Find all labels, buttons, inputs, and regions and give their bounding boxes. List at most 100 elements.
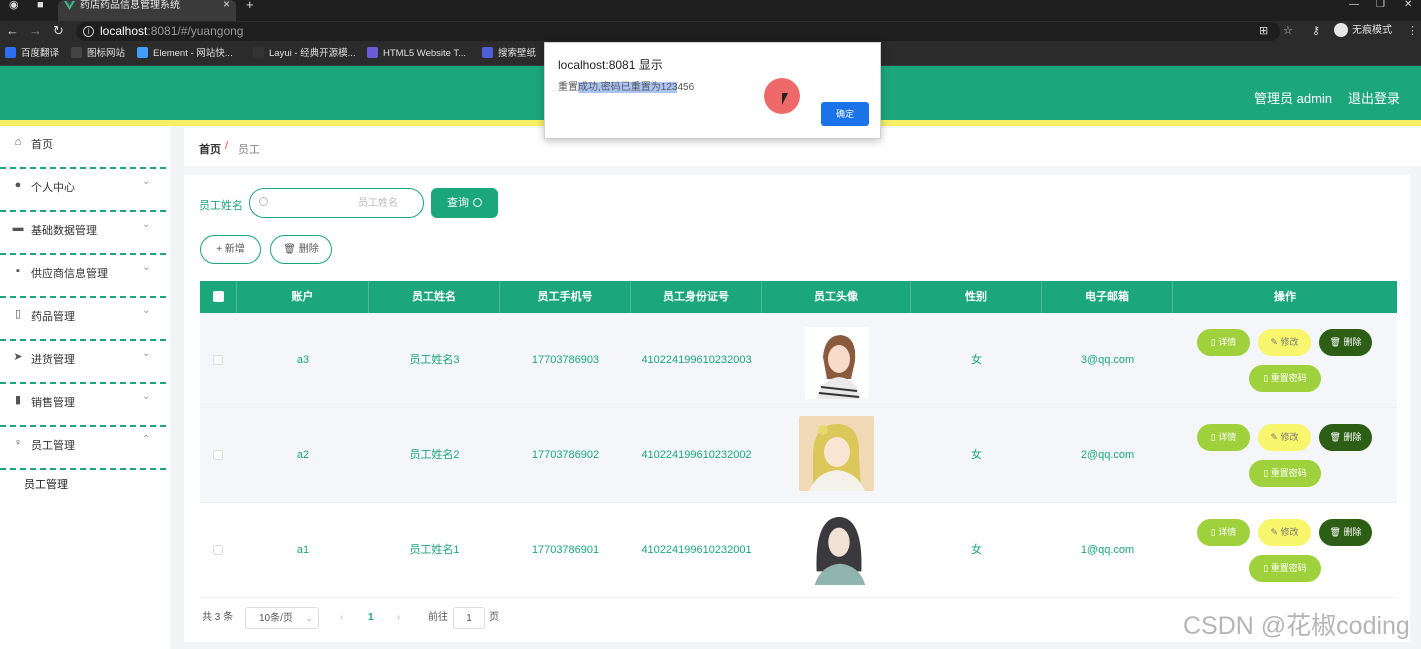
bookmark-item[interactable]: Layui - 经典开源模... bbox=[253, 47, 356, 61]
sidebar-item-label: 个人中心 bbox=[31, 182, 75, 194]
edit-button[interactable]: ✎ 修改 bbox=[1258, 519, 1311, 546]
sidebar-item-basic-data[interactable]: ▬ 基础数据管理 ⌄ bbox=[0, 212, 166, 255]
goto-prefix: 前往 bbox=[428, 612, 448, 623]
sidebar-item-suppliers[interactable]: ▪ 供应商信息管理 ⌄ bbox=[0, 255, 166, 298]
browser-menu-icon[interactable]: ⋮ bbox=[1407, 23, 1418, 39]
user-icon: ● bbox=[14, 179, 22, 191]
key-icon[interactable]: ⚷ bbox=[1312, 23, 1320, 39]
new-tab-icon[interactable]: + bbox=[246, 0, 254, 11]
chevron-down-icon: ⌄ bbox=[142, 391, 151, 402]
cell-email: 3@qq.com bbox=[1080, 354, 1135, 366]
next-page-icon[interactable]: › bbox=[397, 607, 400, 629]
phone-icon: ▯ bbox=[14, 308, 22, 320]
row-checkbox[interactable] bbox=[213, 545, 223, 555]
delete-button[interactable]: 🗑 删除 bbox=[270, 235, 332, 264]
logout-button[interactable]: 退出登录 bbox=[1348, 88, 1400, 107]
cell-idcard: 410224199610232001 bbox=[641, 544, 752, 556]
search-label: 员工姓名 bbox=[199, 200, 243, 212]
bookmark-label: HTML5 Website T... bbox=[383, 48, 467, 59]
bookmark-item[interactable]: HTML5 Website T... bbox=[367, 47, 466, 61]
edit-label: 修改 bbox=[1280, 337, 1299, 347]
sidebar-item-sales[interactable]: ▮ 销售管理 ⌄ bbox=[0, 384, 166, 427]
dialog-message-part: 重置 bbox=[558, 82, 578, 93]
cell-gender: 女 bbox=[971, 354, 982, 366]
detail-button[interactable]: ▯ 详情 bbox=[1197, 424, 1250, 451]
maximize-icon[interactable]: ❐ bbox=[1376, 0, 1385, 10]
window-close-icon[interactable]: ✕ bbox=[1404, 0, 1412, 10]
chart-icon: ▮ bbox=[14, 394, 22, 406]
breadcrumb-home[interactable]: 首页 bbox=[199, 141, 221, 157]
tab-close-icon[interactable]: × bbox=[223, 0, 230, 10]
sidebar-subitem-employee-management[interactable]: 员工管理 bbox=[24, 476, 68, 492]
edit-icon: ✎ bbox=[1270, 527, 1281, 537]
table-header-cell: 电子邮箱 bbox=[1042, 281, 1173, 313]
sidebar-item-drugs[interactable]: ▯ 药品管理 ⌄ bbox=[0, 298, 166, 341]
bookmark-item[interactable]: 图标网站 bbox=[71, 47, 125, 61]
cell-email: 1@qq.com bbox=[1080, 544, 1135, 556]
goto-suffix: 页 bbox=[489, 612, 499, 623]
edit-label: 修改 bbox=[1280, 527, 1299, 537]
goto-page-input[interactable]: 1 bbox=[453, 607, 485, 629]
element-icon bbox=[137, 47, 148, 58]
bookmark-label: Element - 网站快... bbox=[153, 48, 233, 59]
monitor-icon: ▪ bbox=[16, 265, 20, 277]
cell-account: a3 bbox=[296, 354, 310, 366]
file-icon: ▯ bbox=[1263, 468, 1271, 478]
site-info-icon[interactable]: i bbox=[83, 26, 94, 37]
reload-icon[interactable]: ↻ bbox=[53, 23, 64, 39]
reset-password-button[interactable]: ▯ 重置密码 bbox=[1249, 555, 1321, 582]
reset-password-button[interactable]: ▯ 重置密码 bbox=[1249, 365, 1321, 392]
reset-password-button[interactable]: ▯ 重置密码 bbox=[1249, 460, 1321, 487]
search-input[interactable] bbox=[249, 188, 424, 218]
sidebar-item-profile[interactable]: ● 个人中心 ⌄ bbox=[0, 169, 166, 212]
add-button[interactable]: + 新增 bbox=[200, 235, 261, 264]
delete-label: 删除 bbox=[1343, 527, 1362, 537]
row-checkbox[interactable] bbox=[213, 450, 223, 460]
row-delete-button[interactable]: 🗑 删除 bbox=[1319, 329, 1372, 356]
bookmark-star-icon[interactable]: ☆ bbox=[1283, 23, 1293, 39]
page-size-select[interactable]: 10条/页 ⌄ bbox=[245, 607, 319, 629]
employee-avatar bbox=[805, 327, 869, 399]
row-delete-button[interactable]: 🗑 删除 bbox=[1319, 424, 1372, 451]
edit-button[interactable]: ✎ 修改 bbox=[1258, 424, 1311, 451]
table-row: a2 员工姓名2 17703786902 410224199610232002 … bbox=[200, 408, 1397, 503]
query-button[interactable]: 查询 bbox=[431, 188, 498, 218]
detail-label: 详情 bbox=[1218, 527, 1237, 537]
bookmark-item[interactable]: 搜索壁纸 bbox=[482, 47, 536, 61]
cell-gender: 女 bbox=[971, 544, 982, 556]
cell-account: a1 bbox=[296, 544, 310, 556]
cell-phone: 17703786903 bbox=[531, 354, 600, 366]
sidebar-item-home[interactable]: ⌂ 首页 bbox=[0, 126, 166, 169]
detail-button[interactable]: ▯ 详情 bbox=[1197, 519, 1250, 546]
cell-idcard: 410224199610232003 bbox=[641, 354, 752, 366]
url-input[interactable]: i localhost:8081/#/yuangong bbox=[76, 22, 1280, 41]
back-icon[interactable]: ← bbox=[6, 23, 19, 39]
edit-button[interactable]: ✎ 修改 bbox=[1258, 329, 1311, 356]
minimize-icon[interactable]: — bbox=[1349, 0, 1359, 10]
row-delete-button[interactable]: 🗑 删除 bbox=[1319, 519, 1372, 546]
table-header-cell: 账户 bbox=[237, 281, 369, 313]
incognito-indicator[interactable]: 无痕模式 bbox=[1334, 23, 1392, 39]
prev-page-icon[interactable]: ‹ bbox=[340, 607, 343, 629]
sidebar-item-label: 进货管理 bbox=[31, 354, 75, 366]
cell-idcard: 410224199610232002 bbox=[641, 449, 752, 461]
table-header-cell: 员工头像 bbox=[762, 281, 911, 313]
layui-icon bbox=[253, 47, 264, 58]
chevron-down-icon: ⌄ bbox=[305, 613, 314, 624]
sidebar-item-employees[interactable]: ♀ 员工管理 ⌃ bbox=[0, 427, 166, 470]
browser-tab-active[interactable]: 药店药品信息管理系统 × bbox=[58, 0, 236, 21]
dialog-ok-button[interactable]: 确定 bbox=[821, 102, 869, 126]
detail-button[interactable]: ▯ 详情 bbox=[1197, 329, 1250, 356]
forward-icon[interactable]: → bbox=[29, 23, 42, 39]
tab-overview-icon[interactable]: ■ bbox=[37, 0, 44, 11]
dialog-message-part: 456 bbox=[677, 82, 695, 93]
bookmark-item[interactable]: 百度翻译 bbox=[5, 47, 59, 61]
bookmark-item[interactable]: Element - 网站快... bbox=[137, 47, 233, 61]
page-number[interactable]: 1 bbox=[368, 607, 374, 629]
wallpaper-icon bbox=[482, 47, 493, 58]
chevron-down-icon: ⌄ bbox=[142, 348, 151, 359]
chrome-profile-icon[interactable]: ◉ bbox=[9, 0, 19, 11]
translate-icon[interactable]: ⊞ bbox=[1259, 23, 1268, 39]
sidebar-item-purchase[interactable]: ➤ 进货管理 ⌄ bbox=[0, 341, 166, 384]
row-checkbox[interactable] bbox=[213, 355, 223, 365]
